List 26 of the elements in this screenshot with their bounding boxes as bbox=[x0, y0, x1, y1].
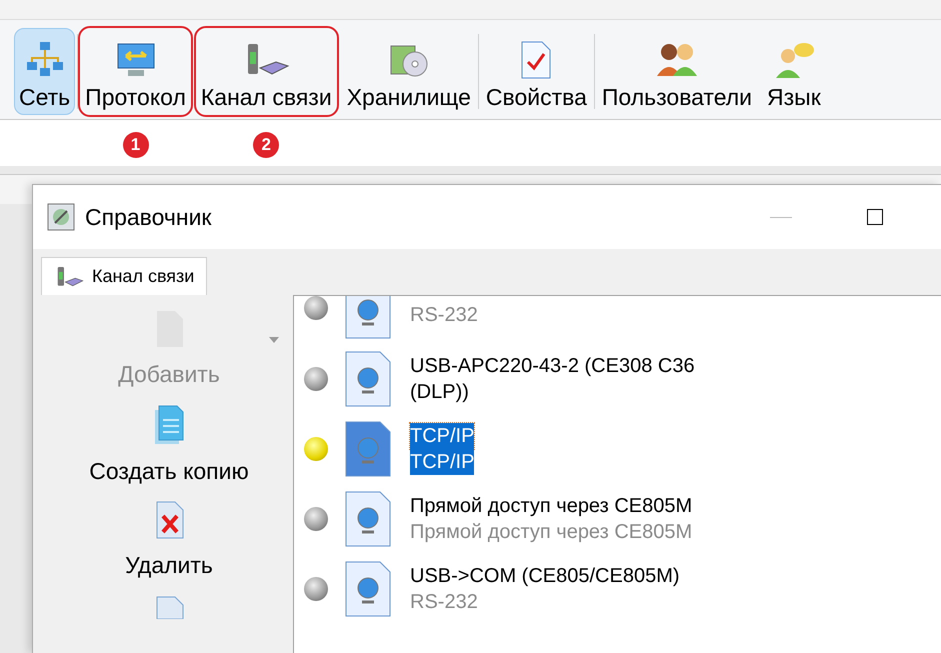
channel-type: RS-232 bbox=[410, 303, 479, 328]
channel-name[interactable]: USB->COM (CE805/CE805M) bbox=[410, 563, 720, 589]
toolbar-button[interactable]: Сеть bbox=[14, 28, 76, 115]
action-button[interactable]: Создать копию bbox=[89, 404, 249, 488]
toolbar-button[interactable]: Свойства bbox=[480, 28, 592, 115]
toolbar-button[interactable]: Протокол bbox=[80, 28, 191, 115]
toolbar-button[interactable]: Хранилище bbox=[342, 28, 476, 115]
dialog-title: Справочник bbox=[85, 202, 212, 232]
channel-type: TCP/IP bbox=[410, 449, 474, 475]
document-globe-icon bbox=[344, 296, 392, 340]
action-button[interactable]: Удалить bbox=[125, 500, 213, 582]
document-globe-icon bbox=[344, 420, 392, 478]
toolbar-button[interactable]: Канал связи bbox=[196, 28, 337, 115]
dropdown-arrow-icon bbox=[269, 337, 279, 343]
toolbar-button[interactable]: Язык bbox=[762, 28, 826, 115]
channel-type: Прямой доступ через CE805M bbox=[410, 520, 694, 545]
channel-name[interactable]: TCP/IP bbox=[410, 423, 474, 449]
tab[interactable]: Канал связи bbox=[41, 257, 208, 295]
document-globe-icon bbox=[344, 350, 392, 408]
app-icon bbox=[47, 203, 75, 231]
document-globe-icon bbox=[344, 560, 392, 618]
document-globe-icon bbox=[344, 490, 392, 548]
channel-name[interactable]: USB-APC220-43-2 (CE308 C36 (DLP)) bbox=[410, 353, 720, 405]
toolbar-button[interactable]: Пользователи bbox=[596, 28, 758, 115]
channel-type: RS-232 bbox=[410, 590, 479, 615]
channel-name[interactable]: Прямой доступ через CE805M bbox=[410, 493, 720, 519]
